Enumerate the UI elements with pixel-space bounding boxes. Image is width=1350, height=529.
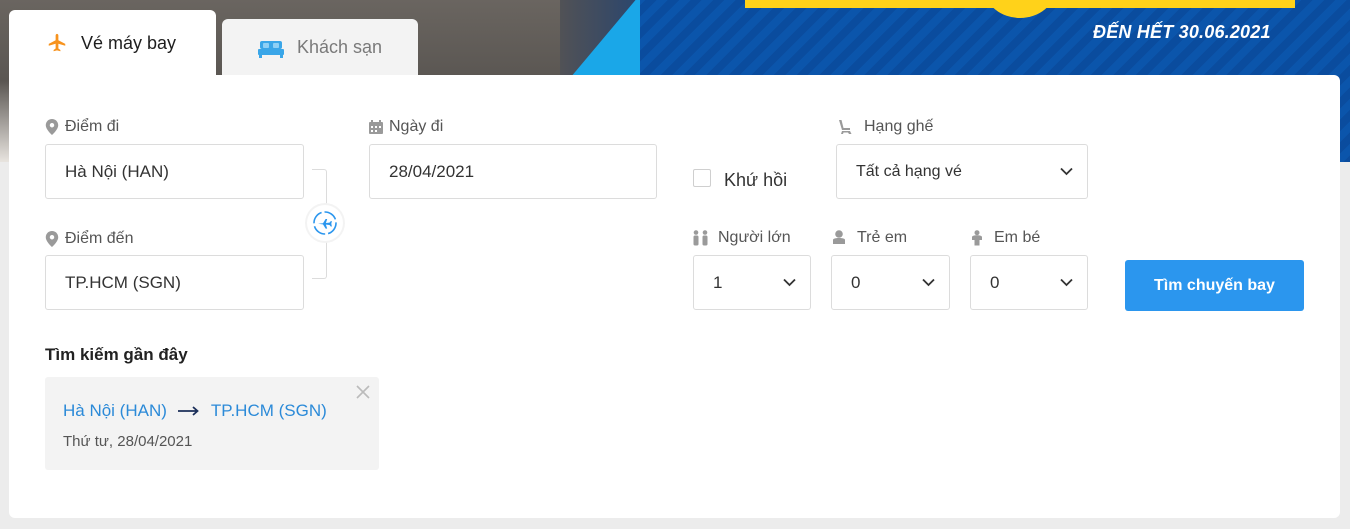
chevron-down-icon: [783, 278, 796, 287]
children-value: 0: [851, 272, 861, 292]
swap-plane-icon: [313, 211, 337, 235]
child-icon: [830, 230, 848, 246]
tab-hotels-label: Khách sạn: [297, 37, 383, 57]
origin-input[interactable]: Hà Nội (HAN): [45, 144, 304, 199]
tab-flights[interactable]: Vé máy bay: [9, 10, 216, 76]
adults-label: Người lớn: [692, 229, 791, 247]
infants-label: Em bé: [970, 229, 1040, 247]
depart-date-input[interactable]: 28/04/2021: [369, 144, 657, 199]
children-select[interactable]: 0: [831, 255, 950, 310]
adults-value: 1: [713, 272, 723, 292]
calendar-icon: [369, 120, 383, 134]
infants-value: 0: [990, 272, 1000, 292]
infants-select[interactable]: 0: [970, 255, 1088, 310]
depart-date-label: Ngày đi: [369, 118, 443, 136]
tab-hotels[interactable]: Khách sạn: [222, 19, 418, 76]
map-pin-icon: [45, 231, 59, 247]
recent-to: TP.HCM (SGN): [210, 401, 327, 420]
bed-icon: [258, 38, 284, 58]
round-trip-label[interactable]: Khứ hồi: [724, 170, 787, 191]
plane-icon: [46, 32, 68, 54]
search-flights-button[interactable]: Tìm chuyến bay: [1125, 260, 1304, 311]
map-pin-icon: [45, 119, 59, 135]
swap-route-button[interactable]: [307, 205, 343, 241]
seat-class-value: Tất cả hạng vé: [856, 162, 962, 180]
chevron-down-icon: [1060, 167, 1073, 176]
seat-icon: [837, 119, 853, 135]
adults-select[interactable]: 1: [693, 255, 811, 310]
chevron-down-icon: [922, 278, 935, 287]
seat-class-select[interactable]: Tất cả hạng vé: [836, 144, 1088, 199]
origin-label: Điểm đi: [45, 118, 119, 136]
recent-search-item[interactable]: Hà Nội (HAN) TP.HCM (SGN) Thứ tư, 28/04/…: [45, 377, 379, 470]
round-trip-checkbox[interactable]: [693, 169, 711, 187]
infant-icon: [970, 230, 984, 246]
recent-searches-title: Tìm kiếm gần đây: [45, 345, 188, 364]
tab-flights-label: Vé máy bay: [81, 32, 177, 53]
children-label: Trẻ em: [830, 229, 907, 247]
promo-text: ĐẾN HẾT 30.06.2021: [1093, 22, 1271, 42]
recent-route[interactable]: Hà Nội (HAN) TP.HCM (SGN): [63, 401, 327, 421]
close-icon[interactable]: [356, 385, 370, 399]
adults-icon: [692, 230, 709, 246]
recent-date: Thứ tư, 28/04/2021: [63, 433, 193, 450]
flight-search-card: Điểm đi Hà Nội (HAN) Điểm đến TP.HCM (SG…: [9, 75, 1340, 518]
destination-label: Điểm đến: [45, 230, 133, 248]
seat-class-label: Hạng ghế: [837, 118, 933, 136]
recent-from: Hà Nội (HAN): [63, 401, 167, 420]
arrow-right-icon: [177, 406, 200, 416]
destination-input[interactable]: TP.HCM (SGN): [45, 255, 304, 310]
chevron-down-icon: [1060, 278, 1073, 287]
